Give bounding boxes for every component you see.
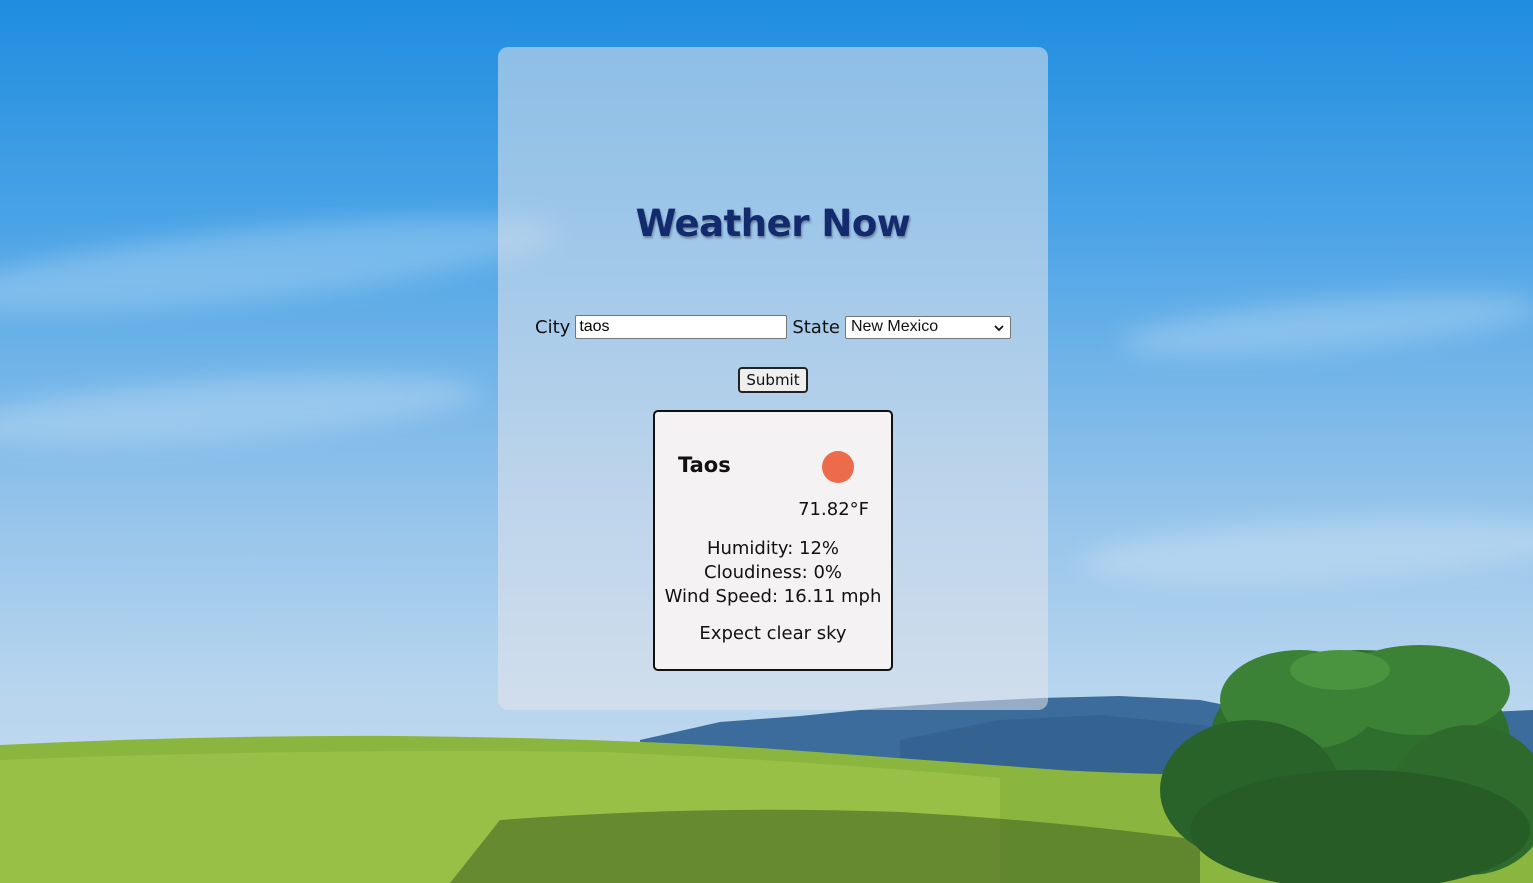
weather-forecast: Expect clear sky: [699, 623, 847, 644]
weather-cloudiness: Cloudiness: 0%: [704, 562, 842, 583]
weather-details: Humidity: 12% Cloudiness: 0% Wind Speed:…: [655, 537, 891, 609]
weather-city: Taos: [678, 453, 731, 477]
weather-card: Taos 71.82°F Humidity: 12% Cloudiness: 0…: [653, 410, 893, 671]
weather-humidity: Humidity: 12%: [706, 538, 840, 559]
tree: [1160, 645, 1533, 883]
chevron-down-icon: [994, 324, 1004, 331]
state-selected-value: New Mexico: [850, 318, 939, 335]
search-row: City State New Mexico: [498, 315, 1048, 339]
city-label: City: [535, 316, 571, 338]
sun-icon: [822, 451, 854, 483]
city-input[interactable]: [575, 315, 788, 339]
state-label: State: [792, 316, 840, 338]
state-select[interactable]: New Mexico: [844, 315, 1011, 339]
weather-temperature: 71.82°F: [798, 499, 869, 520]
search-form: City State New Mexico Submit: [498, 315, 1048, 393]
submit-button[interactable]: Submit: [738, 367, 808, 393]
weather-panel: Weather Now City State New Mexico Submit…: [498, 47, 1048, 710]
page-title: Weather Now: [635, 202, 911, 245]
weather-wind-speed: Wind Speed: 16.11 mph: [664, 586, 882, 607]
